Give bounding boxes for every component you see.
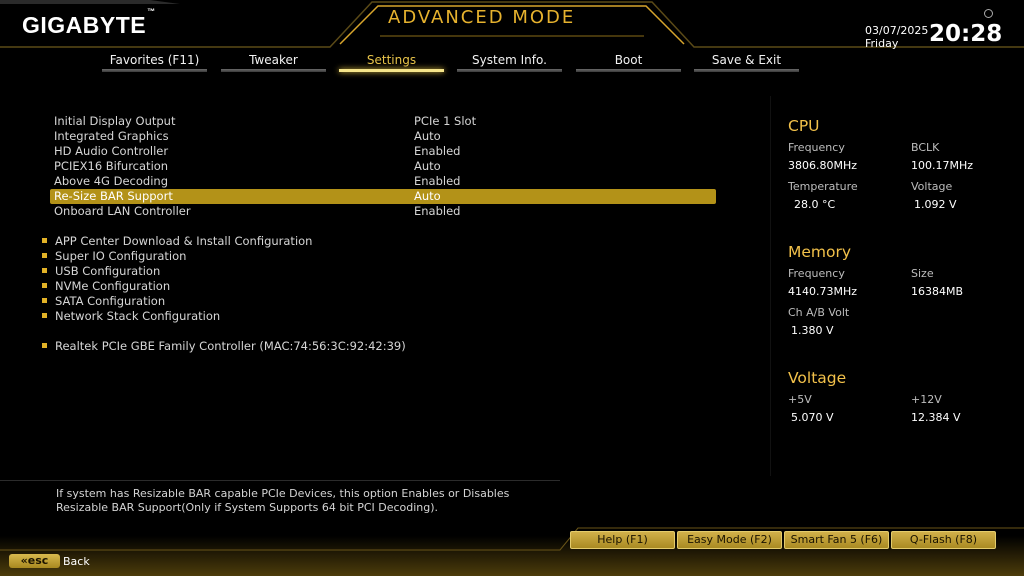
tab-save-exit[interactable]: Save & Exit bbox=[694, 52, 799, 72]
tab-label: Tweaker bbox=[249, 53, 298, 67]
cpu-section-title: CPU bbox=[788, 117, 820, 135]
tab-system-info[interactable]: System Info. bbox=[457, 52, 562, 72]
tab-label: Settings bbox=[366, 53, 417, 67]
tab-tweaker[interactable]: Tweaker bbox=[221, 52, 326, 72]
cpu-frequency-value: 3806.80MHz bbox=[788, 159, 858, 172]
tab-label: Favorites (F11) bbox=[109, 53, 200, 67]
setting-value: Auto bbox=[414, 189, 441, 203]
submenu-realtek-lan[interactable]: Realtek PCIe GBE Family Controller (MAC:… bbox=[42, 339, 406, 354]
esc-button[interactable]: «esc bbox=[9, 554, 60, 568]
setting-resize-bar-support[interactable]: Re-Size BAR Support Auto bbox=[50, 189, 716, 204]
cpu-bclk-value: 100.17MHz bbox=[911, 159, 974, 172]
bullet-icon bbox=[42, 268, 47, 273]
q-flash-f8-button[interactable]: Q-Flash (F8) bbox=[891, 531, 996, 549]
setting-above-4g-decoding[interactable]: Above 4G Decoding Enabled bbox=[50, 174, 716, 189]
submenu-label: NVMe Configuration bbox=[55, 279, 171, 293]
tab-favorites[interactable]: Favorites (F11) bbox=[102, 52, 207, 72]
setting-value: Enabled bbox=[414, 144, 461, 158]
setting-label: Initial Display Output bbox=[54, 114, 176, 128]
submenu-label: SATA Configuration bbox=[55, 294, 166, 308]
tab-label: System Info. bbox=[472, 53, 547, 67]
memory-volt-label: Ch A/B Volt bbox=[788, 306, 850, 319]
memory-size-label: Size bbox=[911, 267, 934, 280]
bullet-icon bbox=[42, 343, 47, 348]
setting-integrated-graphics[interactable]: Integrated Graphics Auto bbox=[50, 129, 716, 144]
voltage-5v-value: 5.070 V bbox=[791, 411, 834, 424]
bullet-icon bbox=[42, 298, 47, 303]
submenu-label: USB Configuration bbox=[55, 264, 161, 278]
setting-label: HD Audio Controller bbox=[54, 144, 169, 158]
settings-gear-icon[interactable] bbox=[984, 9, 993, 18]
tab-label: Boot bbox=[614, 53, 643, 67]
setting-value: Enabled bbox=[414, 174, 461, 188]
submenu-usb[interactable]: USB Configuration bbox=[42, 264, 160, 279]
submenu-label: APP Center Download & Install Configurat… bbox=[55, 234, 313, 248]
memory-volt-value: 1.380 V bbox=[791, 324, 834, 337]
bullet-icon bbox=[42, 283, 47, 288]
clock-time: 20:28 bbox=[929, 21, 1003, 47]
submenu-sata[interactable]: SATA Configuration bbox=[42, 294, 165, 309]
setting-label: Re-Size BAR Support bbox=[54, 189, 173, 203]
setting-label: Integrated Graphics bbox=[54, 129, 169, 143]
setting-label: Onboard LAN Controller bbox=[54, 204, 191, 218]
mode-title: ADVANCED MODE bbox=[388, 7, 576, 28]
tab-boot[interactable]: Boot bbox=[576, 52, 681, 72]
memory-size-value: 16384MB bbox=[911, 285, 964, 298]
submenu-label: Network Stack Configuration bbox=[55, 309, 221, 323]
voltage-5v-label: +5V bbox=[788, 393, 812, 406]
cpu-voltage-label: Voltage bbox=[911, 180, 953, 193]
voltage-section-title: Voltage bbox=[788, 369, 847, 387]
double-chevron-left-icon: « bbox=[20, 554, 28, 567]
memory-frequency-label: Frequency bbox=[788, 267, 845, 280]
setting-value: Auto bbox=[414, 159, 441, 173]
submenu-network-stack[interactable]: Network Stack Configuration bbox=[42, 309, 220, 324]
voltage-12v-value: 12.384 V bbox=[911, 411, 961, 424]
cpu-frequency-label: Frequency bbox=[788, 141, 845, 154]
cpu-bclk-label: BCLK bbox=[911, 141, 940, 154]
cpu-temperature-value: 28.0 °C bbox=[794, 198, 836, 211]
help-line-2: Resizable BAR Support(Only if System Sup… bbox=[56, 501, 439, 514]
memory-section-title: Memory bbox=[788, 243, 852, 261]
setting-onboard-lan-controller[interactable]: Onboard LAN Controller Enabled bbox=[50, 204, 716, 219]
help-description: If system has Resizable BAR capable PCIe… bbox=[56, 487, 556, 515]
date-display: 03/07/2025 Friday bbox=[865, 24, 928, 50]
help-line-1: If system has Resizable BAR capable PCIe… bbox=[56, 487, 510, 500]
setting-value: Auto bbox=[414, 129, 441, 143]
setting-label: Above 4G Decoding bbox=[54, 174, 168, 188]
right-panel-divider bbox=[770, 96, 771, 476]
day-text: Friday bbox=[865, 37, 899, 50]
help-divider bbox=[0, 480, 560, 481]
cpu-voltage-value: 1.092 V bbox=[914, 198, 957, 211]
setting-label: PCIEX16 Bifurcation bbox=[54, 159, 169, 173]
submenu-nvme[interactable]: NVMe Configuration bbox=[42, 279, 170, 294]
gigabyte-logo: GIGABYTE™ bbox=[22, 7, 156, 38]
setting-hd-audio-controller[interactable]: HD Audio Controller Enabled bbox=[50, 144, 716, 159]
bullet-icon bbox=[42, 253, 47, 258]
submenu-label: Super IO Configuration bbox=[55, 249, 187, 263]
setting-pciex16-bifurcation[interactable]: PCIEX16 Bifurcation Auto bbox=[50, 159, 716, 174]
setting-value: PCIe 1 Slot bbox=[414, 114, 477, 128]
submenu-super-io[interactable]: Super IO Configuration bbox=[42, 249, 186, 264]
cpu-temperature-label: Temperature bbox=[788, 180, 858, 193]
setting-value: Enabled bbox=[414, 204, 461, 218]
tab-label: Save & Exit bbox=[711, 53, 782, 67]
bullet-icon bbox=[42, 238, 47, 243]
back-label: Back bbox=[63, 555, 90, 568]
submenu-label: Realtek PCIe GBE Family Controller (MAC:… bbox=[55, 339, 406, 353]
setting-initial-display-output[interactable]: Initial Display Output PCIe 1 Slot bbox=[50, 114, 716, 129]
easy-mode-f2-button[interactable]: Easy Mode (F2) bbox=[677, 531, 782, 549]
bullet-icon bbox=[42, 313, 47, 318]
help-f1-button[interactable]: Help (F1) bbox=[570, 531, 675, 549]
smart-fan-f6-button[interactable]: Smart Fan 5 (F6) bbox=[784, 531, 889, 549]
esc-key-label: esc bbox=[27, 554, 49, 567]
voltage-12v-label: +12V bbox=[911, 393, 942, 406]
date-text: 03/07/2025 bbox=[865, 24, 929, 37]
tab-settings[interactable]: Settings bbox=[339, 52, 444, 72]
memory-frequency-value: 4140.73MHz bbox=[788, 285, 858, 298]
submenu-app-center[interactable]: APP Center Download & Install Configurat… bbox=[42, 234, 312, 249]
